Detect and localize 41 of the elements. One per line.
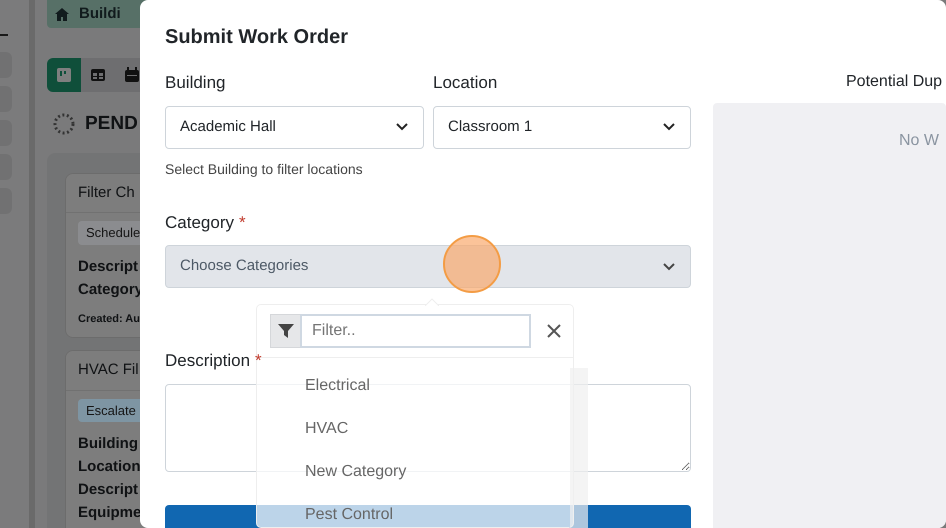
chevron-down-icon	[662, 122, 676, 132]
card-field-label: Building	[78, 434, 139, 454]
filter-button[interactable]	[270, 314, 300, 348]
card-field-label: Descript	[78, 480, 140, 500]
duplicates-title: Potential Dup	[845, 72, 944, 92]
dropdown-option[interactable]: HVAC	[257, 419, 573, 462]
created-date: Created: Au	[78, 312, 141, 326]
table-icon	[90, 67, 106, 83]
home-icon[interactable]	[55, 8, 69, 20]
location-select[interactable]: Classroom 1	[433, 106, 691, 148]
filter-field[interactable]: Filter..	[300, 314, 531, 348]
card-field-label: Equipme	[78, 503, 142, 523]
modal-title: Submit Work Order	[165, 25, 349, 50]
dropdown-option[interactable]: Pest Control	[257, 505, 573, 528]
help-text: Select Building to filter locations	[165, 160, 364, 179]
card-field-label: Descript	[78, 256, 140, 276]
field-label: Description	[165, 350, 250, 372]
section-title: PEND	[85, 112, 138, 136]
card-field-label: Location	[78, 457, 142, 477]
field-label: Location	[433, 72, 498, 94]
duplicates-panel: No W	[713, 103, 946, 528]
filter-icon	[278, 324, 294, 338]
dropdown-option[interactable]: New Category	[257, 462, 573, 505]
view-toggle-button[interactable]	[81, 58, 115, 92]
building-select[interactable]: Academic Hall	[165, 106, 424, 148]
close-icon	[547, 324, 561, 338]
field-label: Category	[165, 212, 234, 234]
calendar-icon	[124, 67, 140, 83]
board-icon	[56, 67, 72, 83]
chevron-down-icon	[662, 262, 676, 272]
spinner-icon	[53, 113, 75, 136]
close-button[interactable]	[547, 324, 561, 338]
chevron-down-icon	[395, 122, 409, 132]
category-select[interactable]: Choose Categories	[165, 245, 691, 288]
card-field-label: Category	[78, 280, 142, 300]
breadcrumb-link[interactable]: Buildi	[79, 2, 121, 26]
dropdown-option[interactable]: Electrical	[257, 376, 573, 419]
required-mark: *	[238, 212, 246, 234]
required-mark: *	[255, 350, 262, 372]
view-toggle-button[interactable]	[47, 58, 81, 92]
field-label: Building	[165, 72, 226, 94]
